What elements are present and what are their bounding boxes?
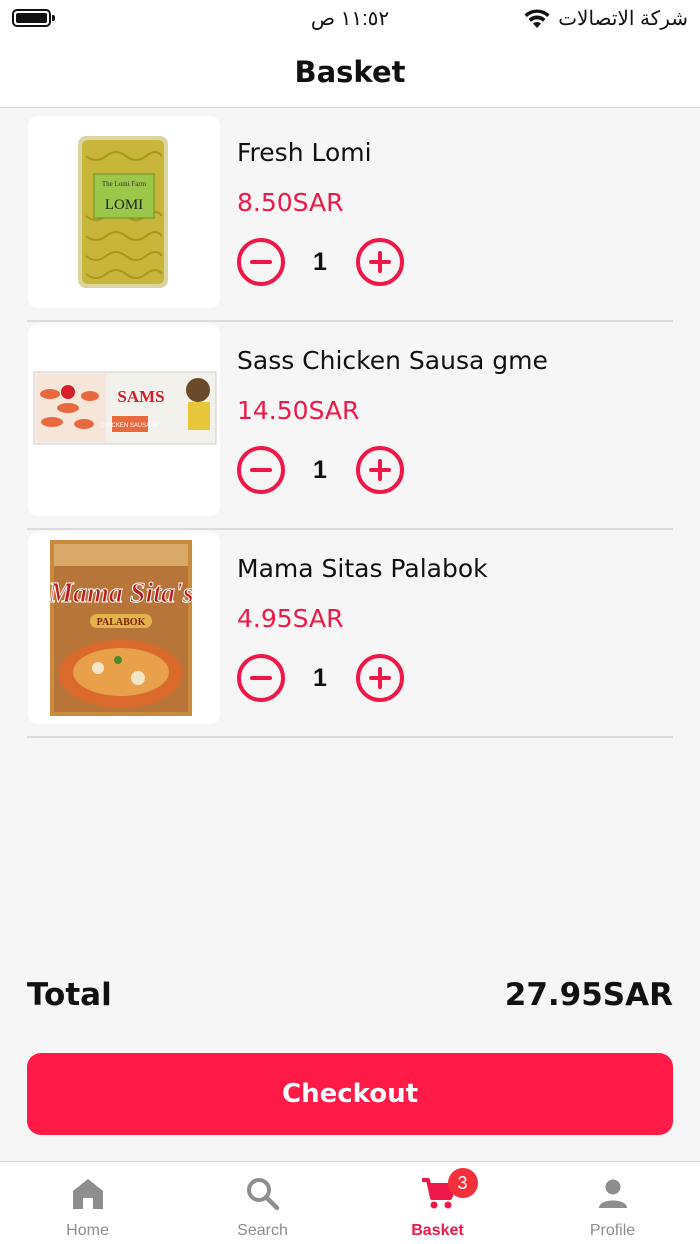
product-image-palabok: Mama Sita's PALABOK — [28, 532, 220, 724]
increase-quantity-button[interactable] — [356, 238, 404, 286]
item-price: 14.50SAR — [237, 396, 360, 425]
svg-text:CHICKEN SAUSAGE: CHICKEN SAUSAGE — [101, 423, 159, 429]
wifi-icon — [524, 8, 550, 28]
quantity-value: 1 — [313, 456, 327, 484]
quantity-stepper: 1 — [237, 654, 407, 702]
cart-count-badge: 3 — [447, 1168, 478, 1198]
total-row: Total 27.95SAR — [27, 972, 673, 1018]
carrier-name: شركة الاتصالات — [558, 8, 688, 30]
search-icon — [246, 1178, 279, 1211]
item-price: 4.95SAR — [237, 604, 344, 633]
tab-profile[interactable]: Profile — [525, 1162, 700, 1244]
svg-text:PALABOK: PALABOK — [97, 617, 146, 628]
tab-label: Search — [237, 1222, 288, 1239]
quantity-value: 1 — [313, 248, 327, 276]
svg-text:LOMI: LOMI — [105, 197, 143, 213]
header: Basket — [0, 36, 700, 108]
decrease-quantity-button[interactable] — [237, 446, 285, 494]
increase-quantity-button[interactable] — [356, 654, 404, 702]
home-icon — [72, 1179, 103, 1209]
basket-list: The Lomi Farm LOMI Fresh Lomi 8.50SAR 1 — [27, 114, 673, 738]
decrease-quantity-button[interactable] — [237, 654, 285, 702]
person-icon — [598, 1179, 627, 1208]
tab-label: Home — [66, 1222, 109, 1239]
carrier-info: شركة الاتصالات — [524, 6, 688, 31]
item-name: Mama Sitas Palabok — [237, 554, 488, 583]
tab-bar: Home Search 3 Basket Profile — [0, 1161, 700, 1244]
tab-label: Profile — [589, 1222, 636, 1239]
svg-text:The Lomi Farm: The Lomi Farm — [102, 180, 147, 188]
tab-label: Basket — [411, 1222, 464, 1239]
basket-item: Mama Sita's PALABOK Mama Sitas Palabok 4… — [27, 530, 673, 738]
product-image-lomi: The Lomi Farm LOMI — [28, 116, 220, 308]
status-bar: ١١:٥٢ ص شركة الاتصالات — [0, 0, 700, 36]
basket-item: The Lomi Farm LOMI Fresh Lomi 8.50SAR 1 — [27, 114, 673, 322]
item-price: 8.50SAR — [237, 188, 344, 217]
increase-quantity-button[interactable] — [356, 446, 404, 494]
tab-search[interactable]: Search — [175, 1162, 350, 1244]
item-name: Sass Chicken Sausa gme — [237, 346, 548, 375]
quantity-stepper: 1 — [237, 446, 407, 494]
product-image-chicken-sausage: SAMS CHICKEN SAUSAGE — [28, 324, 220, 516]
total-value: 27.95SAR — [504, 977, 673, 1013]
total-label: Total — [27, 977, 112, 1013]
svg-text:SAMS: SAMS — [117, 387, 164, 406]
decrease-quantity-button[interactable] — [237, 238, 285, 286]
checkout-button[interactable]: Checkout — [27, 1053, 673, 1135]
page-title: Basket — [294, 54, 406, 89]
quantity-value: 1 — [313, 664, 327, 692]
basket-item: SAMS CHICKEN SAUSAGE Sass Chicken Sausa … — [27, 322, 673, 530]
quantity-stepper: 1 — [237, 238, 407, 286]
tab-home[interactable]: Home — [0, 1162, 175, 1244]
svg-text:Mama Sita's: Mama Sita's — [47, 578, 194, 609]
tab-basket[interactable]: 3 Basket — [350, 1162, 525, 1244]
item-name: Fresh Lomi — [237, 138, 372, 167]
